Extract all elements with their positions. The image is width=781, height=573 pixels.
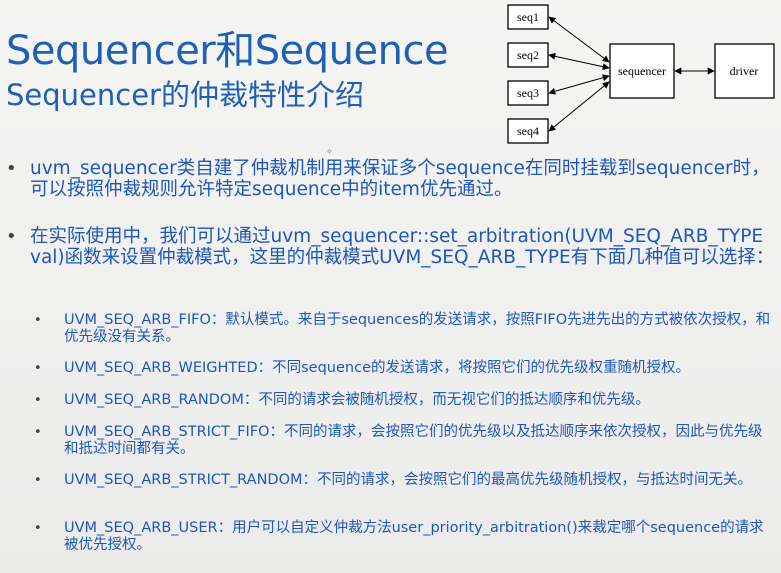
sub-bullet-dot: •: [34, 361, 42, 376]
slide-subtitle: Sequencer的仲裁特性介绍: [6, 78, 364, 112]
bullet-item-2: • 在实际使用中，我们可以通过uvm_sequencer::set_arbitr…: [6, 226, 776, 268]
bullet-text: uvm_sequencer类自建了仲裁机制用来保证多个sequence在同时挂载…: [30, 158, 770, 200]
sequencer-box: sequencer: [609, 43, 675, 99]
sub-text: UVM_SEQ_ARB_FIFO：默认模式。来自于sequences的发送请求，…: [64, 312, 771, 345]
sub-bullet-dot: •: [34, 473, 42, 488]
seq3-box: seq3: [507, 80, 549, 106]
driver-label: driver: [730, 64, 759, 78]
sequencer-diagram: seq1 seq2 seq3 seq4 sequencer driver: [507, 4, 775, 144]
arrow-seq3: [548, 74, 610, 95]
bullet-dot: •: [6, 158, 17, 179]
sub-item-weighted: • UVM_SEQ_ARB_WEIGHTED：不同sequence的发送请求，将…: [34, 360, 776, 377]
sub-bullet-dot: •: [34, 425, 42, 440]
sub-bullet-dot: •: [34, 521, 42, 536]
arrow-seq2: [548, 52, 610, 71]
bullet-item-1: • uvm_sequencer类自建了仲裁机制用来保证多个sequence在同时…: [6, 158, 776, 200]
sub-item-user: • UVM_SEQ_ARB_USER：用户可以自定义仲裁方法user_prior…: [34, 520, 776, 554]
sub-item-random: • UVM_SEQ_ARB_RANDOM：不同的请求会被随机授权，而无视它们的抵…: [34, 392, 776, 409]
arrow-seq4: [548, 81, 610, 132]
arrow-seq1: [548, 16, 610, 63]
sub-bullet-dot: •: [34, 393, 42, 408]
driver-box: driver: [714, 43, 775, 99]
sub-item-strict-fifo: • UVM_SEQ_ARB_STRICT_FIFO：不同的请求，会按照它们的优先…: [34, 424, 776, 458]
slide-title: Sequencer和Sequence: [6, 28, 449, 74]
seq1-label: seq1: [517, 10, 539, 24]
sub-item-fifo: • UVM_SEQ_ARB_FIFO：默认模式。来自于sequences的发送请…: [34, 312, 776, 346]
seq2-box: seq2: [507, 42, 549, 68]
seq4-label: seq4: [517, 124, 539, 138]
seq1-box: seq1: [507, 4, 549, 30]
cursor-mark: ✧: [326, 147, 333, 156]
sequencer-label: sequencer: [618, 64, 666, 78]
seq2-label: seq2: [517, 48, 539, 62]
sub-text: UVM_SEQ_ARB_WEIGHTED：不同sequence的发送请求，将按照…: [64, 360, 690, 376]
sub-text: UVM_SEQ_ARB_USER：用户可以自定义仲裁方法user_priorit…: [64, 520, 764, 553]
sub-item-strict-random: • UVM_SEQ_ARB_STRICT_RANDOM：不同的请求，会按照它们的…: [34, 472, 776, 489]
seq3-label: seq3: [517, 86, 539, 100]
sub-bullet-dot: •: [34, 313, 42, 328]
bullet-text: 在实际使用中，我们可以通过uvm_sequencer::set_arbitrat…: [30, 226, 775, 268]
sub-text: UVM_SEQ_ARB_STRICT_RANDOM：不同的请求，会按照它们的最高…: [64, 472, 752, 488]
sub-text: UVM_SEQ_ARB_RANDOM：不同的请求会被随机授权，而无视它们的抵达顺…: [64, 392, 650, 408]
bullet-dot: •: [6, 226, 17, 247]
sub-text: UVM_SEQ_ARB_STRICT_FIFO：不同的请求，会按照它们的优先级以…: [64, 424, 763, 457]
seq4-box: seq4: [507, 118, 549, 144]
